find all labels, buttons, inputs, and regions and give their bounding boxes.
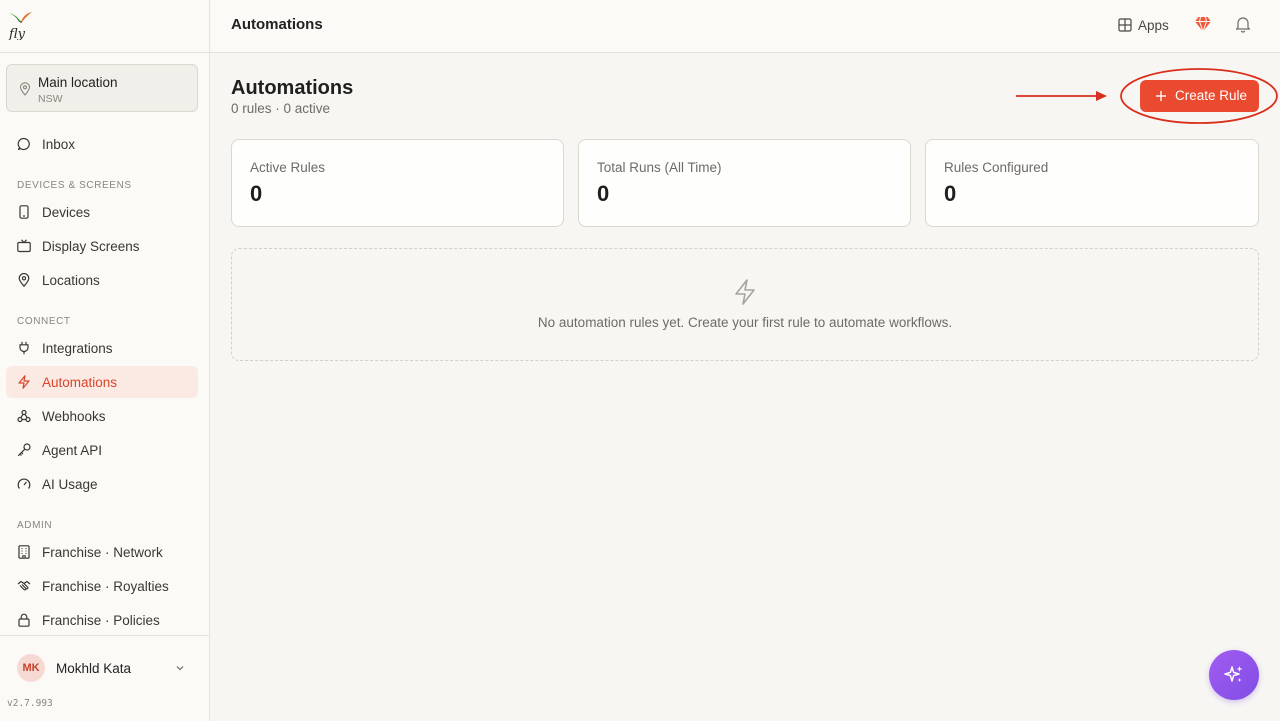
map-pin-icon — [19, 82, 31, 96]
stat-value: 0 — [944, 181, 957, 206]
gauge-icon — [17, 478, 31, 489]
sidebar-item-inbox[interactable]: Inbox — [6, 128, 198, 160]
plug-icon — [19, 341, 29, 355]
smartphone-icon — [19, 205, 29, 219]
sidebar-item-devices[interactable]: Devices — [6, 196, 198, 228]
location-region: NSW — [38, 93, 63, 105]
location-name: Main location — [38, 75, 118, 90]
lightning-icon — [735, 279, 755, 305]
sidebar-divider — [0, 52, 209, 53]
stat-card-total-runs: Total Runs (All Time) 0 — [578, 139, 911, 227]
sidebar-item-label: Devices — [42, 205, 91, 220]
stat-card-active-rules: Active Rules 0 — [231, 139, 564, 227]
user-name: Mokhld Kata — [56, 661, 132, 676]
sidebar-item-franchise-policies[interactable]: Franchise · Policies — [6, 604, 198, 636]
sidebar-item-label: Agent API — [42, 443, 103, 458]
stat-value: 0 — [597, 181, 610, 206]
building-icon — [18, 545, 30, 559]
sidebar-item-label: Franchise · Network — [42, 545, 163, 560]
lightning-icon — [18, 375, 30, 389]
chat-bubble-icon — [17, 137, 30, 151]
section-label-devices: DEVICES & SCREENS — [17, 180, 132, 191]
stat-label: Total Runs (All Time) — [597, 160, 722, 175]
stat-label: Active Rules — [250, 160, 326, 175]
sidebar-item-franchise-network[interactable]: Franchise · Network — [6, 536, 198, 568]
sidebar-item-webhooks[interactable]: Webhooks — [6, 400, 198, 432]
ai-assistant-button[interactable] — [1209, 650, 1259, 700]
page-title: Automations — [231, 77, 354, 99]
apps-label: Apps — [1138, 17, 1169, 33]
sidebar-item-franchise-royalties[interactable]: Franchise · Royalties — [6, 570, 198, 602]
empty-state: No automation rules yet. Create your fir… — [231, 248, 1259, 361]
sidebar-divider — [0, 635, 209, 636]
create-rule-label: Create Rule — [1175, 88, 1248, 103]
empty-state-text: No automation rules yet. Create your fir… — [537, 315, 953, 330]
topbar-title: Automations — [231, 16, 323, 33]
sidebar: fly Main location NSW Inbox DEVICES & SC… — [0, 0, 210, 721]
tv-icon — [17, 239, 31, 253]
location-switcher[interactable]: Main location NSW — [6, 64, 198, 112]
create-rule-button[interactable]: Create Rule — [1140, 80, 1259, 112]
sidebar-item-label: Display Screens — [42, 239, 140, 254]
sidebar-item-integrations[interactable]: Integrations — [6, 332, 198, 364]
bell-icon[interactable] — [1234, 15, 1252, 33]
sidebar-item-label: AI Usage — [42, 477, 98, 492]
version-label: v2.7.993 — [7, 698, 53, 709]
stat-label: Rules Configured — [944, 160, 1049, 175]
section-label-connect: CONNECT — [17, 316, 71, 327]
sidebar-item-label: Franchise · Policies — [42, 613, 160, 628]
sidebar-item-automations[interactable]: Automations — [6, 366, 198, 398]
stat-card-rules-configured: Rules Configured 0 — [925, 139, 1259, 227]
webhook-icon — [17, 409, 31, 423]
sidebar-item-agent-api[interactable]: Agent API — [6, 434, 198, 466]
sidebar-item-ai-usage[interactable]: AI Usage — [6, 468, 198, 500]
sidebar-item-display-screens[interactable]: Display Screens — [6, 230, 198, 262]
sidebar-item-label: Webhooks — [42, 409, 106, 424]
map-pin-icon — [18, 273, 30, 287]
user-menu[interactable]: MK Mokhld Kata — [6, 648, 198, 688]
annotation-arrow — [1016, 91, 1107, 101]
sidebar-item-label: Locations — [42, 273, 100, 288]
grid-icon — [1118, 18, 1132, 32]
key-icon — [17, 443, 31, 457]
top-bar: Automations Apps — [210, 0, 1280, 53]
sidebar-item-label: Inbox — [42, 137, 76, 152]
apps-button[interactable]: Apps — [1118, 14, 1169, 36]
svg-text:fly: fly — [8, 27, 26, 40]
sidebar-item-label: Integrations — [42, 341, 113, 356]
handshake-icon — [17, 580, 31, 591]
fly-logo[interactable]: fly — [8, 10, 34, 40]
gem-icon[interactable] — [1194, 15, 1212, 33]
section-label-admin: ADMIN — [17, 520, 53, 531]
sidebar-item-label: Automations — [42, 375, 118, 390]
sparkles-icon — [1224, 666, 1243, 682]
chevron-down-icon — [176, 666, 184, 671]
stat-value: 0 — [250, 181, 263, 206]
avatar: MK — [17, 654, 45, 682]
sidebar-item-label: Franchise · Royalties — [42, 579, 169, 594]
lock-icon — [18, 613, 30, 627]
plus-icon — [1156, 91, 1166, 101]
sidebar-item-locations[interactable]: Locations — [6, 264, 198, 296]
page-subtitle: 0 rules · 0 active — [231, 101, 331, 116]
